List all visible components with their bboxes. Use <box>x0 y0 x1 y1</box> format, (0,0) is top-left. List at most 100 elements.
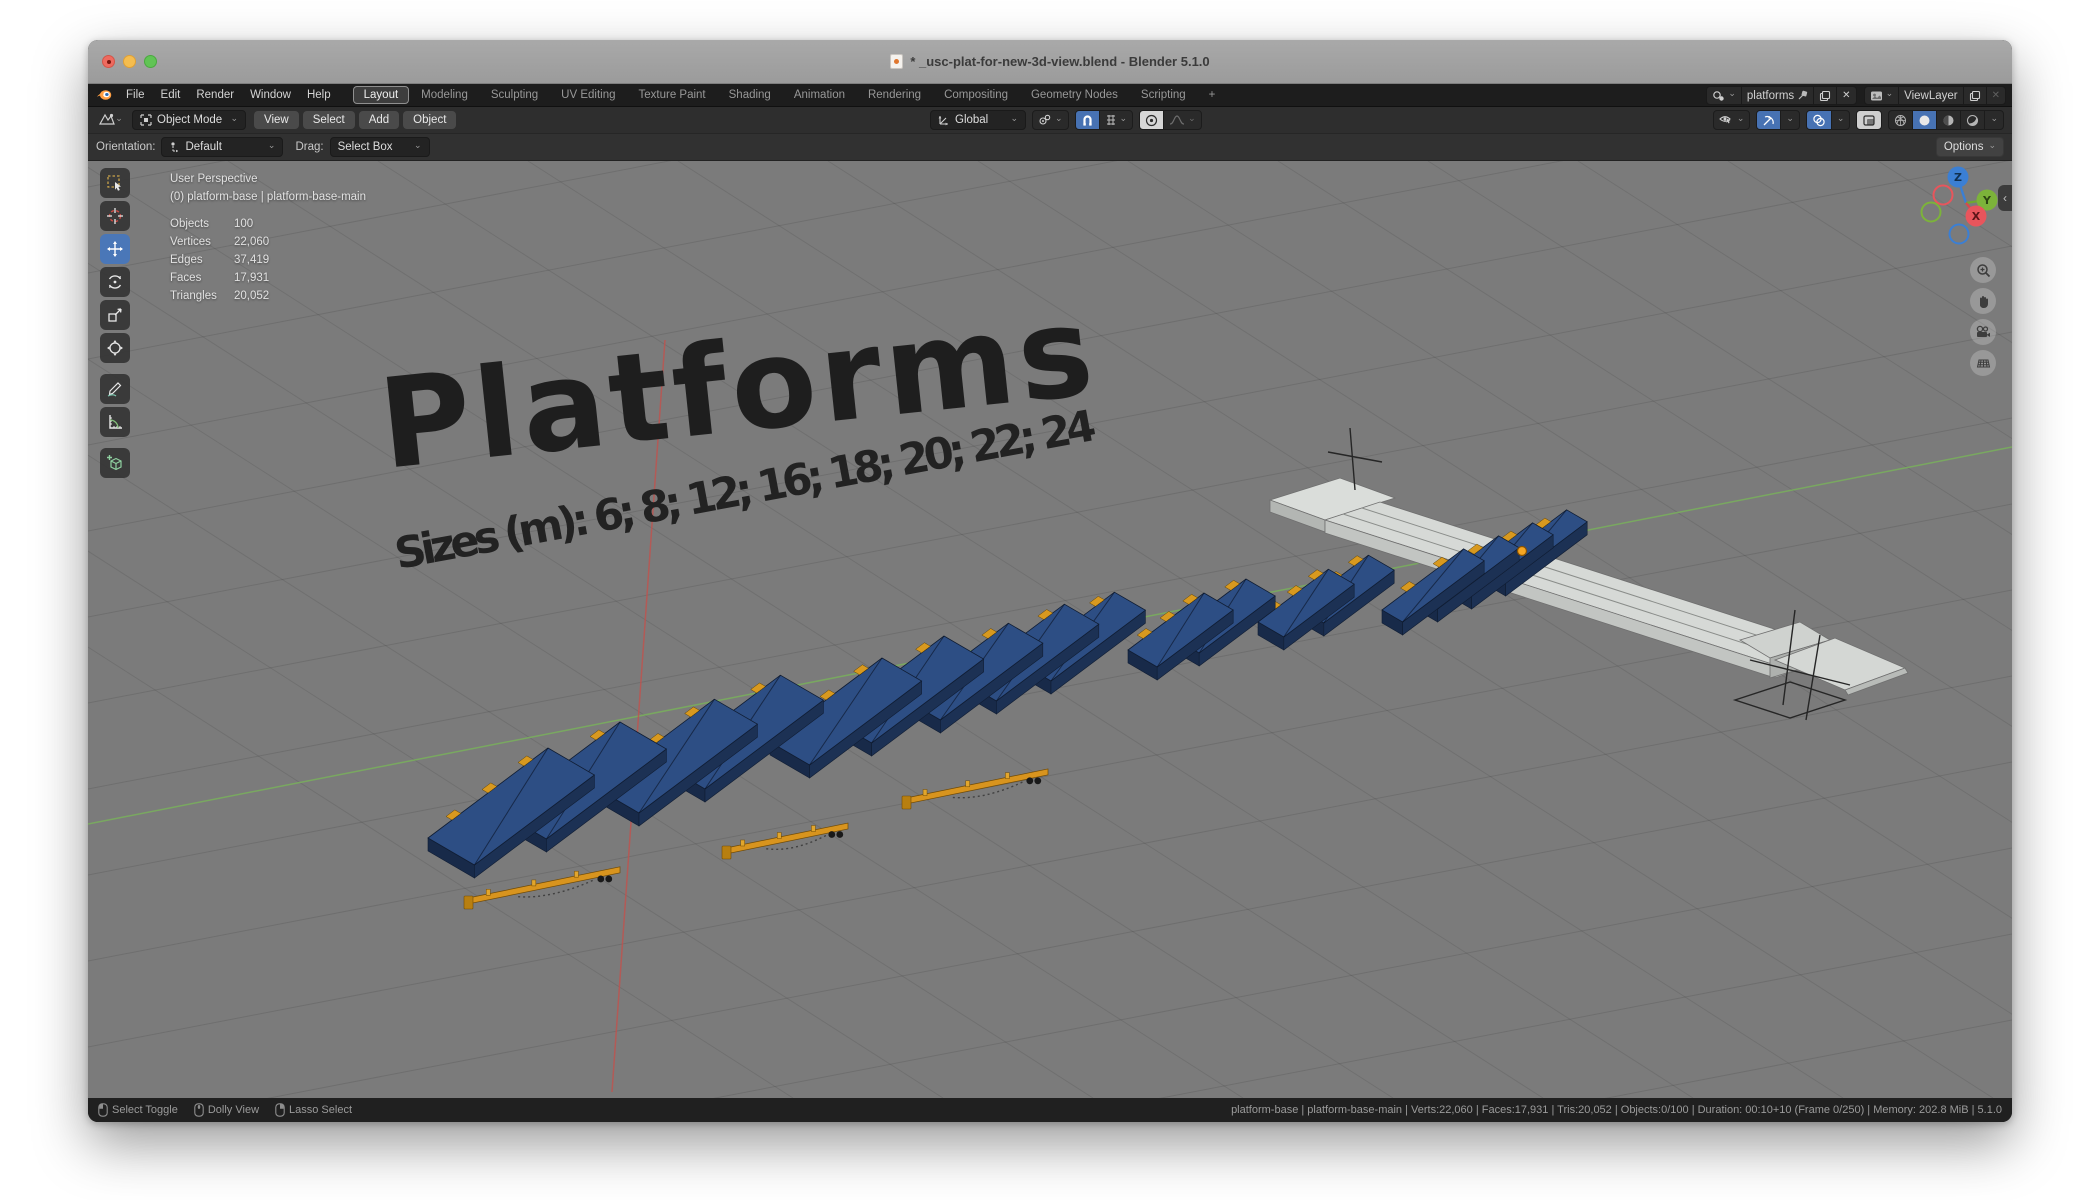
measure-tool[interactable] <box>100 407 130 437</box>
pan-view-button[interactable] <box>1970 288 1996 314</box>
xray-toggle[interactable] <box>1856 110 1882 130</box>
scene-canvas[interactable]: Platforms Sizes (m): 6; 8; 12; 16; 18; 2… <box>88 161 2012 1098</box>
workspace-tab-rendering[interactable]: Rendering <box>857 86 932 104</box>
show-overlays-toggle[interactable] <box>1807 111 1832 129</box>
gizmo-settings-dropdown[interactable]: ⌄ <box>1781 111 1799 129</box>
workspace-tab-compositing[interactable]: Compositing <box>933 86 1019 104</box>
object-origin-dot[interactable] <box>1518 547 1527 556</box>
transform-tool[interactable] <box>100 333 130 363</box>
unlink-scene-button[interactable]: ✕ <box>1837 87 1855 104</box>
shading-rendered-button[interactable] <box>1961 111 1985 129</box>
scale-tool[interactable] <box>100 300 130 330</box>
workspace-tab-texture-paint[interactable]: Texture Paint <box>628 86 717 104</box>
xray-icon <box>1862 114 1876 127</box>
hint-label: Lasso Select <box>289 1104 352 1116</box>
viewport-display-cluster: ⌄ ⌄ <box>1713 110 2004 130</box>
drag-dropdown[interactable]: Select Box ⌄ <box>330 137 430 157</box>
gizmo-icon <box>1762 114 1775 127</box>
workspace-tab-geometry-nodes[interactable]: Geometry Nodes <box>1020 86 1129 104</box>
add-menu[interactable]: Add <box>359 111 399 129</box>
scene-name: platforms <box>1747 90 1794 102</box>
gizmo-minus-x-axis[interactable] <box>1934 186 1953 205</box>
menu-render[interactable]: Render <box>188 84 242 106</box>
hint-label: Dolly View <box>208 1104 259 1116</box>
menu-file[interactable]: File <box>118 84 153 106</box>
scene-statistics: Objects100 Vertices22,060 Edges37,419 Fa… <box>170 215 366 305</box>
editor-type-selector[interactable]: ⌄ <box>94 110 128 130</box>
transform-orientation-dropdown[interactable]: Global ⌄ <box>930 110 1026 130</box>
select-menu[interactable]: Select <box>303 111 355 129</box>
show-object-types-dropdown[interactable]: ⌄ <box>1713 110 1751 130</box>
add-workspace-button[interactable]: + <box>1198 86 1227 104</box>
sidebar-collapse-arrow[interactable]: ‹ <box>1998 185 2012 211</box>
stat-value: 100 <box>234 215 253 233</box>
view-menu[interactable]: View <box>254 111 299 129</box>
viewport-nav-buttons <box>1970 257 1996 376</box>
zoom-view-button[interactable] <box>1970 257 1996 283</box>
viewport-3d[interactable]: Platforms Sizes (m): 6; 8; 12; 16; 18; 2… <box>88 161 2012 1098</box>
proportional-edit-toggle[interactable] <box>1140 111 1164 129</box>
move-tool[interactable] <box>100 234 130 264</box>
shading-wireframe-button[interactable] <box>1889 111 1913 129</box>
annotate-tool[interactable] <box>100 374 130 404</box>
add-cube-tool[interactable] <box>100 448 130 478</box>
new-view-layer-button[interactable] <box>1964 87 1987 104</box>
mode-dropdown[interactable]: Object Mode ⌄ <box>132 110 246 130</box>
workspace-tab-shading[interactable]: Shading <box>718 86 782 104</box>
workspace-tab-layout[interactable]: Layout <box>353 86 410 104</box>
orientation-icon <box>169 141 180 153</box>
menu-window[interactable]: Window <box>242 84 299 106</box>
overlays-settings-dropdown[interactable]: ⌄ <box>1832 111 1850 129</box>
workspace-tab-sculpting[interactable]: Sculpting <box>480 86 549 104</box>
zoom-icon <box>1976 263 1991 278</box>
snap-toggle[interactable] <box>1076 111 1100 129</box>
tool-settings-bar: Orientation: Default ⌄ Drag: Select Box … <box>88 134 2012 161</box>
titlebar[interactable]: * _usc-plat-for-new-3d-view.blend - Blen… <box>88 40 2012 84</box>
middle-mouse-icon <box>194 1103 204 1117</box>
options-dropdown[interactable]: Options ⌄ <box>1936 137 2004 157</box>
workspace-tab-modeling[interactable]: Modeling <box>410 86 479 104</box>
gizmo-minus-y-axis[interactable] <box>1922 203 1941 222</box>
rotate-tool[interactable] <box>100 267 130 297</box>
stat-value: 37,419 <box>234 251 269 269</box>
falloff-curve-icon <box>1169 114 1185 126</box>
cursor-tool[interactable] <box>100 201 130 231</box>
scene-type-dropdown[interactable]: ⌄ <box>1707 87 1742 104</box>
show-gizmo-toggle[interactable] <box>1757 111 1781 129</box>
object-menu[interactable]: Object <box>403 111 456 129</box>
blender-logo-icon[interactable] <box>96 88 112 102</box>
visibility-eye-icon <box>1719 114 1734 126</box>
annotate-pen-icon <box>106 380 124 398</box>
workspace-tab-scripting[interactable]: Scripting <box>1130 86 1197 104</box>
menu-edit[interactable]: Edit <box>153 84 189 106</box>
menu-help[interactable]: Help <box>299 84 339 106</box>
pivot-point-dropdown[interactable]: ⌄ <box>1032 110 1069 130</box>
material-shading-icon <box>1942 114 1955 127</box>
toggle-perspective-button[interactable] <box>1970 350 1996 376</box>
window-title-wrap: * _usc-plat-for-new-3d-view.blend - Blen… <box>890 54 1209 69</box>
shading-material-button[interactable] <box>1937 111 1961 129</box>
workspace-tab-uv-editing[interactable]: UV Editing <box>550 86 626 104</box>
zoom-window-button[interactable] <box>144 55 157 68</box>
close-window-button[interactable] <box>102 55 115 68</box>
orientation-default-dropdown[interactable]: Default ⌄ <box>161 137 283 157</box>
workspace-tab-animation[interactable]: Animation <box>783 86 856 104</box>
pin-icon[interactable] <box>1797 90 1808 101</box>
camera-view-button[interactable] <box>1970 319 1996 345</box>
view-layer-name[interactable]: ViewLayer <box>1899 87 1964 104</box>
shading-solid-button[interactable] <box>1913 111 1937 129</box>
proportional-falloff-dropdown[interactable]: ⌄ <box>1164 111 1201 129</box>
stat-value: 22,060 <box>234 233 269 251</box>
new-scene-button[interactable] <box>1814 87 1837 104</box>
gizmos-group: ⌄ <box>1756 110 1800 130</box>
scene-name-field[interactable]: platforms <box>1742 87 1814 104</box>
select-box-tool[interactable] <box>100 168 130 198</box>
shading-dropdown[interactable]: ⌄ <box>1985 111 2003 129</box>
duplicate-icon <box>1819 90 1831 102</box>
view-layer-dropdown[interactable]: ⌄ <box>1865 87 1900 104</box>
solid-shading-icon <box>1918 114 1931 127</box>
stat-label: Edges <box>170 251 234 269</box>
gizmo-minus-z-axis[interactable] <box>1950 225 1969 244</box>
minimize-window-button[interactable] <box>123 55 136 68</box>
snap-settings-dropdown[interactable]: ⌄ <box>1100 111 1133 129</box>
